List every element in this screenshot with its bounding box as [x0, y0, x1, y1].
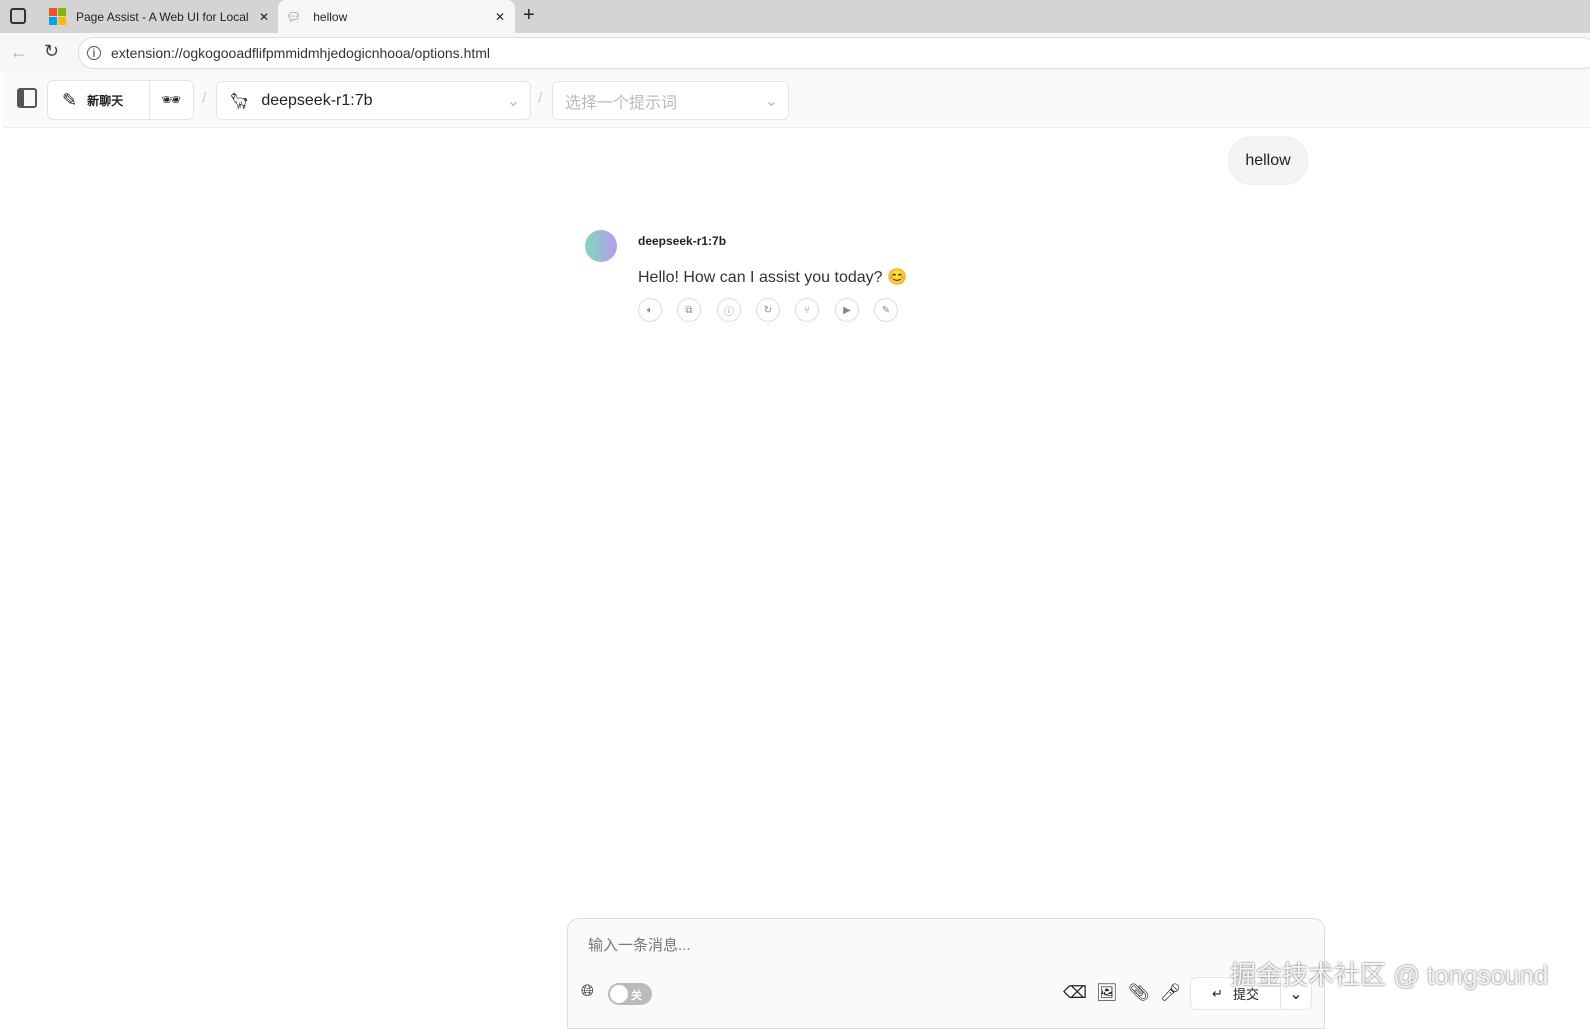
sidebar-toggle-icon[interactable]	[17, 88, 37, 108]
sidebar-toggle-icon[interactable]	[10, 8, 26, 24]
message-input[interactable]: 输入一条消息...	[588, 934, 691, 955]
model-select[interactable]: 🦙︎ deepseek-r1:7b ⌄	[216, 81, 531, 120]
tab-page-assist[interactable]: Page Assist - A Web UI for Local A ✕	[45, 0, 275, 33]
new-chat-button[interactable]: ✎ 新聊天	[48, 81, 150, 119]
info-icon[interactable]: ⓘ	[717, 298, 741, 322]
close-tab-icon[interactable]: ✕	[495, 10, 505, 24]
new-tab-icon[interactable]: +	[523, 4, 535, 27]
user-message-bubble: hellow	[1228, 136, 1308, 185]
chevron-down-icon: ⌄	[506, 92, 520, 110]
image-icon[interactable]: 🖼︎	[1096, 983, 1118, 1003]
address-bar[interactable]: i extension://ogkogooadflifpmmidmhjedogi…	[78, 37, 1590, 69]
toolbar: ✎ 新聊天 🕶︎ / 🦙︎ deepseek-r1:7b ⌄ / 选择一个提示词…	[3, 73, 1590, 128]
close-tab-icon[interactable]: ✕	[259, 10, 269, 24]
web-search-toggle[interactable]: 关	[608, 983, 652, 1005]
globe-icon[interactable]: 🌐︎	[581, 983, 594, 1001]
copy-icon[interactable]: ⧉	[677, 298, 701, 322]
microsoft-logo-icon	[49, 8, 66, 25]
paperclip-icon[interactable]: 📎︎	[1128, 983, 1150, 1003]
tab-hellow[interactable]: 💬︎ hellow ✕	[278, 0, 515, 33]
chat-icon: 💬︎	[286, 9, 302, 24]
branch-icon[interactable]: ⑂	[795, 298, 819, 322]
microphone-icon[interactable]: 🎤︎	[1160, 983, 1182, 1003]
llama-icon: 🦙︎	[229, 92, 250, 110]
reload-icon[interactable]: ↻	[44, 41, 59, 62]
info-icon: i	[87, 46, 101, 60]
prompt-select[interactable]: 选择一个提示词 ⌄	[552, 81, 789, 120]
enter-icon: ↵	[1212, 985, 1223, 1001]
play-icon[interactable]: ▶	[835, 298, 859, 322]
incognito-icon[interactable]: 🕶︎	[150, 90, 193, 110]
bot-message: Hello! How can I assist you today? 😊	[638, 269, 907, 286]
back-icon[interactable]: ←	[10, 42, 28, 63]
eraser-icon[interactable]: ⌫	[1063, 983, 1087, 1003]
chevron-down-icon: ⌄	[764, 92, 778, 110]
bot-avatar	[585, 230, 617, 262]
tab-bar: Page Assist - A Web UI for Local A ✕ 💬︎ …	[0, 0, 1590, 33]
edit-icon[interactable]: ✎	[874, 298, 898, 322]
watermark: 掘金技术社区 @ tongsound	[1230, 960, 1549, 990]
regenerate-icon[interactable]: ↻	[756, 298, 780, 322]
edit-icon: ✎	[62, 89, 78, 110]
bot-name: deepseek-r1:7b	[638, 234, 727, 248]
composer: 输入一条消息... 🌐︎ 关 ⌫ 🖼︎ 📎︎ 🎤︎ ↵ 提交 ⌄	[567, 918, 1325, 1029]
new-chat-group: ✎ 新聊天 🕶︎	[47, 80, 194, 120]
speak-icon[interactable]: 🔈︎	[638, 298, 662, 322]
